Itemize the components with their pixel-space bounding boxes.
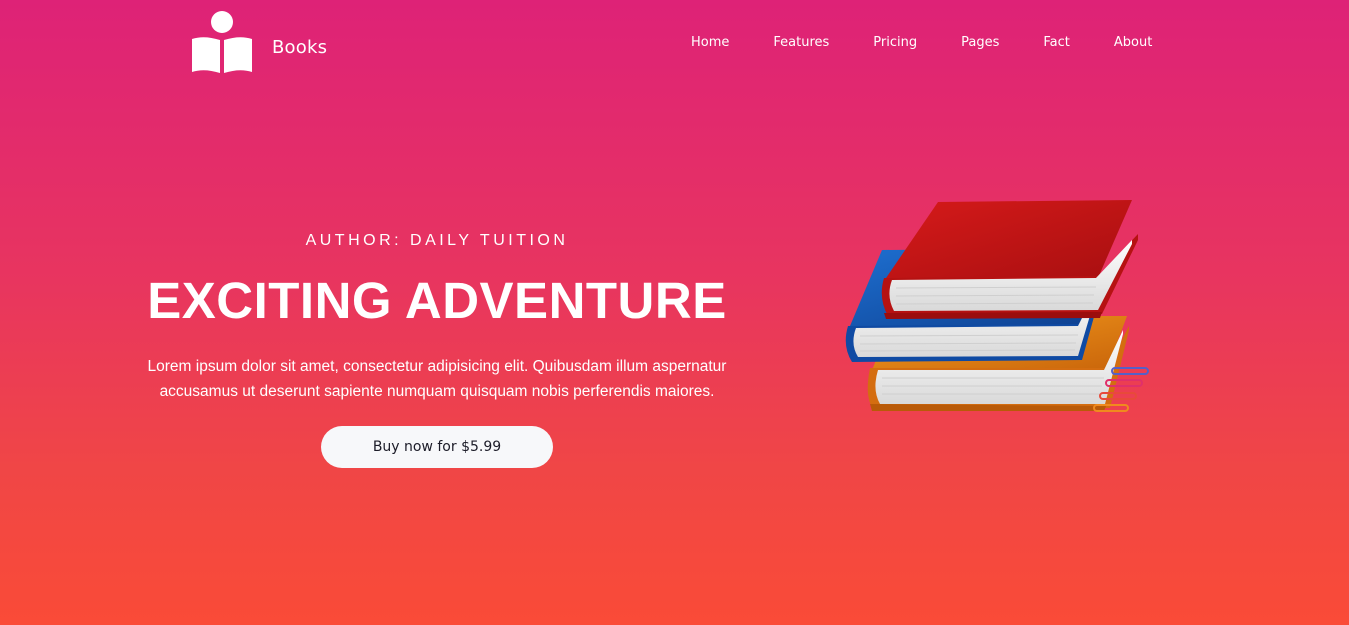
nav-features[interactable]: Features bbox=[773, 34, 829, 52]
nav-about[interactable]: About bbox=[1114, 34, 1152, 52]
red-book bbox=[881, 200, 1138, 319]
buy-now-button[interactable]: Buy now for $5.99 bbox=[321, 426, 553, 468]
nav-pages[interactable]: Pages bbox=[961, 34, 999, 52]
brand-logo[interactable]: Books bbox=[190, 11, 327, 75]
brand-name: Books bbox=[272, 36, 328, 58]
nav-pricing[interactable]: Pricing bbox=[873, 34, 917, 52]
hero-description: Lorem ipsum dolor sit amet, consectetur … bbox=[147, 358, 727, 400]
stack-of-books-illustration bbox=[845, 200, 1149, 412]
author-label: AUTHOR: DAILY TUITION bbox=[305, 232, 569, 249]
hero-title: EXCITING ADVENTURE bbox=[147, 272, 727, 329]
hero-section: AUTHOR: DAILY TUITION EXCITING ADVENTURE… bbox=[137, 230, 737, 468]
main-nav: Home Features Pricing Pages Fact About bbox=[691, 34, 1152, 52]
nav-home[interactable]: Home bbox=[691, 34, 729, 52]
reading-person-icon bbox=[192, 11, 252, 73]
nav-fact[interactable]: Fact bbox=[1043, 34, 1070, 52]
